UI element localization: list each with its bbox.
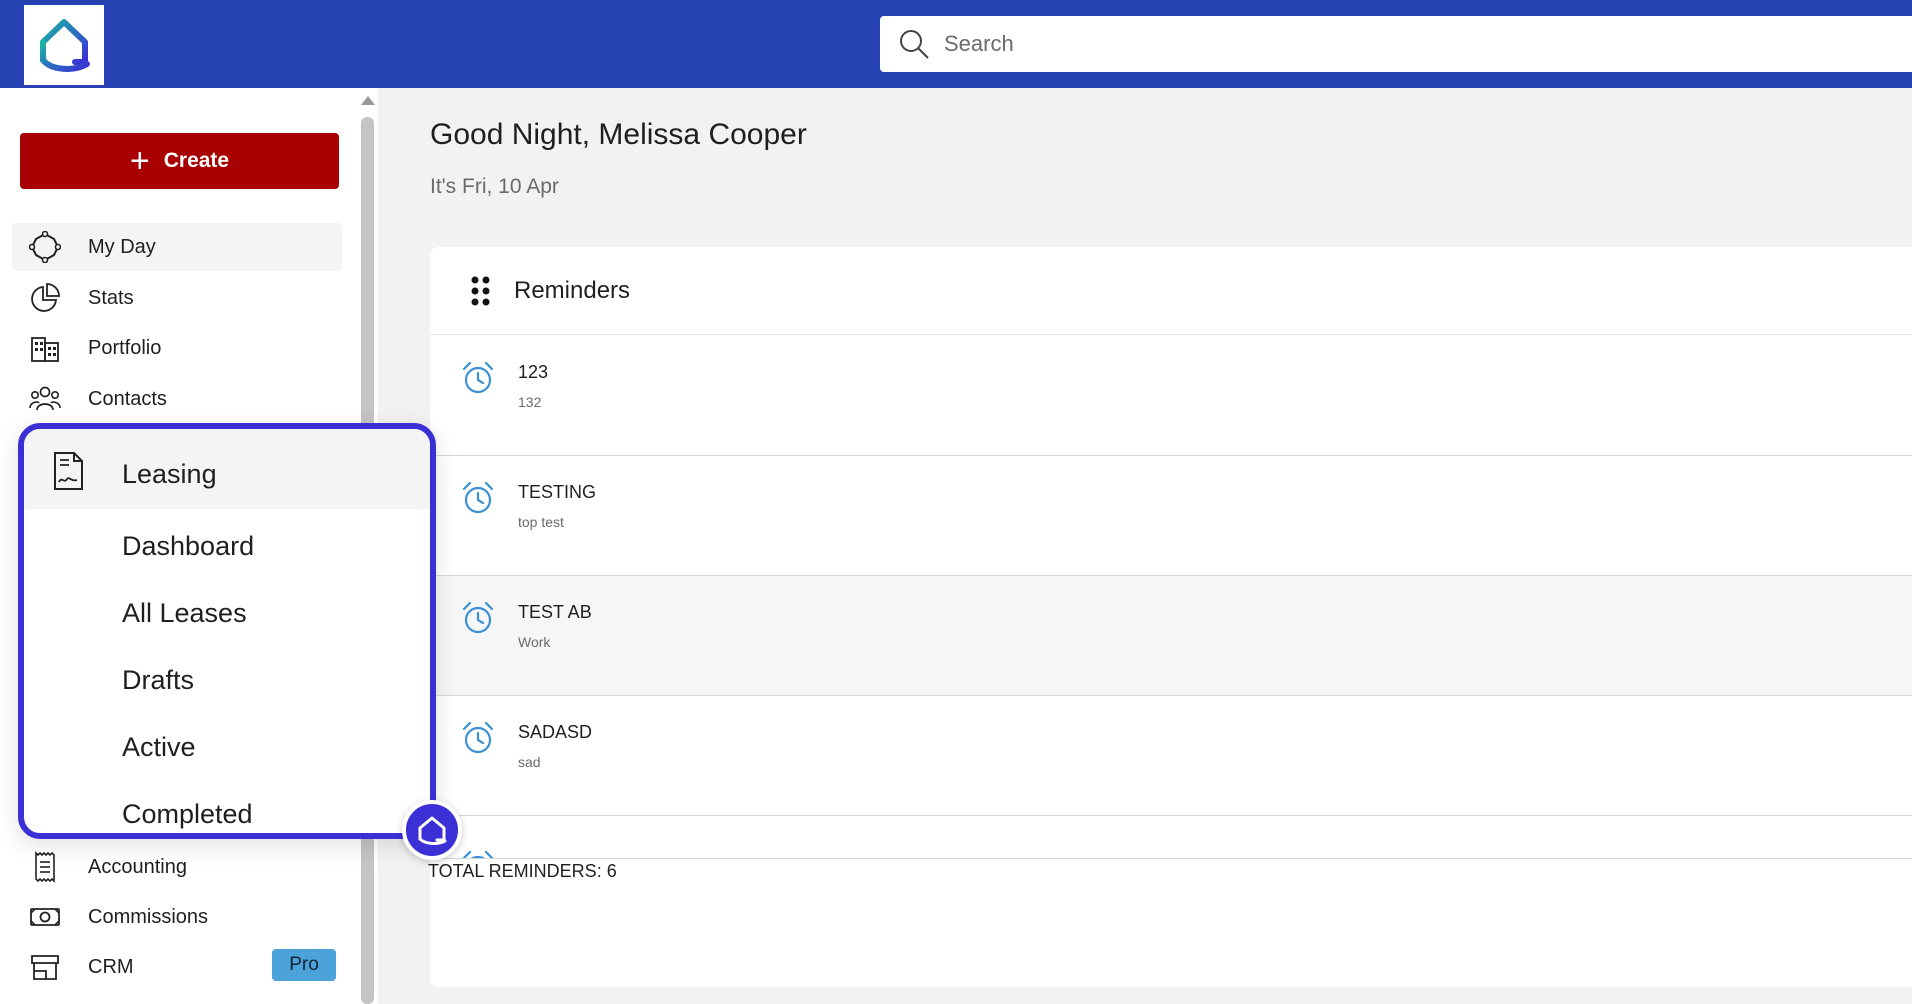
pie-chart-icon bbox=[22, 282, 68, 314]
house-logo-icon bbox=[40, 19, 90, 72]
leasing-label: Leasing bbox=[122, 459, 217, 489]
leasing-all-leases-item[interactable]: All Leases bbox=[122, 598, 247, 629]
search-input[interactable] bbox=[944, 31, 1844, 57]
sidebar-item-leasing[interactable]: Leasing bbox=[24, 429, 430, 509]
leasing-dashboard-item[interactable]: Dashboard bbox=[122, 531, 254, 562]
scroll-up-arrow[interactable] bbox=[361, 96, 375, 105]
reminder-subtitle: 132 bbox=[518, 394, 542, 410]
home-icon bbox=[418, 816, 447, 845]
sidebar-item-accounting[interactable]: Accounting bbox=[12, 843, 342, 891]
sidebar-item-label: CRM bbox=[88, 955, 134, 978]
alarm-clock-icon bbox=[460, 480, 496, 521]
sidebar-item-label: Portfolio bbox=[88, 336, 162, 359]
drag-handle-icon[interactable] bbox=[470, 275, 492, 307]
top-bar bbox=[0, 0, 1912, 88]
sidebar-item-label: Accounting bbox=[88, 855, 187, 878]
pro-badge: Pro bbox=[272, 949, 336, 981]
people-icon bbox=[22, 383, 68, 415]
reminder-subtitle: Work bbox=[518, 634, 551, 650]
reminder-item[interactable]: 123 132 bbox=[430, 336, 1912, 456]
sidebar-item-label: My Day bbox=[88, 235, 156, 258]
leasing-drafts-item[interactable]: Drafts bbox=[122, 665, 194, 696]
receipt-icon bbox=[22, 851, 68, 883]
greeting-heading: Good Night, Melissa Cooper bbox=[430, 118, 807, 151]
my-day-icon bbox=[22, 231, 68, 263]
lease-document-icon bbox=[50, 451, 86, 496]
sidebar-item-label: Stats bbox=[88, 286, 134, 309]
sidebar-item-stats[interactable]: Stats bbox=[12, 274, 342, 322]
reminder-title: SADASD bbox=[518, 722, 593, 742]
sidebar-item-label: Contacts bbox=[88, 387, 167, 410]
leasing-active-item[interactable]: Active bbox=[122, 732, 196, 763]
reminder-title: TESTING bbox=[518, 482, 597, 502]
alarm-clock-icon bbox=[460, 720, 496, 761]
reminders-title: Reminders bbox=[514, 276, 631, 304]
sidebar-item-portfolio[interactable]: Portfolio bbox=[12, 324, 342, 372]
search-bar[interactable] bbox=[880, 16, 1912, 72]
sidebar-item-my-day[interactable]: My Day bbox=[12, 223, 342, 271]
building-icon bbox=[22, 332, 68, 364]
sidebar-item-commissions[interactable]: Commissions bbox=[12, 893, 342, 941]
leasing-completed-item[interactable]: Completed bbox=[122, 799, 253, 830]
alarm-clock-icon bbox=[460, 600, 496, 641]
cash-icon bbox=[22, 901, 68, 933]
leasing-submenu: Leasing Dashboard All Leases Drafts Acti… bbox=[18, 423, 436, 839]
reminders-header: Reminders bbox=[430, 247, 1912, 335]
sidebar-item-contacts[interactable]: Contacts bbox=[12, 375, 342, 423]
reminder-title: TEST AB bbox=[518, 602, 592, 622]
search-icon bbox=[900, 30, 929, 59]
plus-icon: + bbox=[129, 142, 150, 180]
total-reminders: TOTAL REMINDERS: 6 bbox=[428, 858, 1912, 882]
alarm-clock-icon bbox=[460, 360, 496, 401]
reminder-item[interactable]: TESTING top test bbox=[430, 456, 1912, 576]
create-button[interactable]: + Create bbox=[20, 133, 339, 189]
reminder-subtitle: sad bbox=[518, 754, 541, 770]
reminder-title: 123 bbox=[518, 362, 549, 382]
reminder-subtitle: top test bbox=[518, 514, 564, 530]
home-fab-button[interactable] bbox=[402, 800, 462, 860]
store-icon bbox=[22, 951, 68, 983]
sidebar-item-label: Commissions bbox=[88, 905, 209, 928]
reminder-item[interactable]: TEST AB Work bbox=[430, 576, 1912, 696]
app-logo[interactable] bbox=[24, 5, 104, 85]
reminder-item[interactable]: SADASD sad bbox=[430, 696, 1912, 816]
create-button-label: Create bbox=[163, 149, 230, 172]
date-subtitle: It's Fri, 10 Apr bbox=[430, 175, 559, 198]
